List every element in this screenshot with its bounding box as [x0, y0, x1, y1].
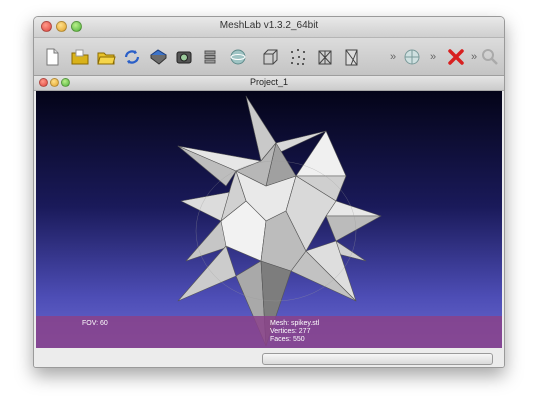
globe-icon[interactable]: [402, 47, 422, 67]
open-project-icon[interactable]: [96, 47, 116, 67]
meshlab-window: MeshLab v1.3.2_64bit » » » Project_1 FOV…: [33, 16, 505, 368]
search-icon[interactable]: [480, 47, 500, 67]
reload-icon[interactable]: [122, 47, 142, 67]
points-icon[interactable]: [288, 47, 308, 67]
open-folder-icon[interactable]: [70, 47, 90, 67]
title-bar[interactable]: MeshLab v1.3.2_64bit: [34, 17, 504, 38]
progress-bar: [262, 353, 493, 365]
spiky-mesh-render[interactable]: [36, 91, 502, 348]
bounding-box-icon[interactable]: [260, 47, 280, 67]
mesh-name-label: Mesh: spikey.stl: [270, 320, 320, 327]
info-bar: FOV: 60 Mesh: spikey.stl Vertices: 277 F…: [36, 316, 502, 348]
overflow-chevron-icon[interactable]: »: [430, 51, 436, 63]
document-title-bar[interactable]: Project_1: [34, 76, 504, 91]
fov-label: FOV: 60: [82, 320, 108, 327]
new-file-icon[interactable]: [42, 47, 62, 67]
status-bar: [34, 349, 504, 367]
vertices-label: Vertices: 277: [270, 328, 311, 335]
mesh-info: Mesh: spikey.stl Vertices: 277 Faces: 55…: [270, 320, 319, 344]
layers-icon[interactable]: [200, 47, 220, 67]
render-sphere-icon[interactable]: [228, 47, 248, 67]
flat-lines-icon[interactable]: [341, 47, 361, 67]
document-title: Project_1: [249, 77, 289, 87]
overflow-chevron-icon[interactable]: »: [390, 51, 396, 63]
save-icon[interactable]: [148, 47, 168, 67]
wireframe-icon[interactable]: [315, 47, 335, 67]
3d-viewport[interactable]: FOV: 60 Mesh: spikey.stl Vertices: 277 F…: [36, 91, 502, 348]
faces-label: Faces: 550: [270, 336, 305, 343]
snapshot-icon[interactable]: [174, 47, 194, 67]
main-toolbar: » » »: [34, 38, 504, 76]
window-title: MeshLab v1.3.2_64bit: [219, 20, 319, 31]
overflow-chevron-icon[interactable]: »: [471, 51, 477, 63]
delete-x-icon[interactable]: [446, 47, 466, 67]
